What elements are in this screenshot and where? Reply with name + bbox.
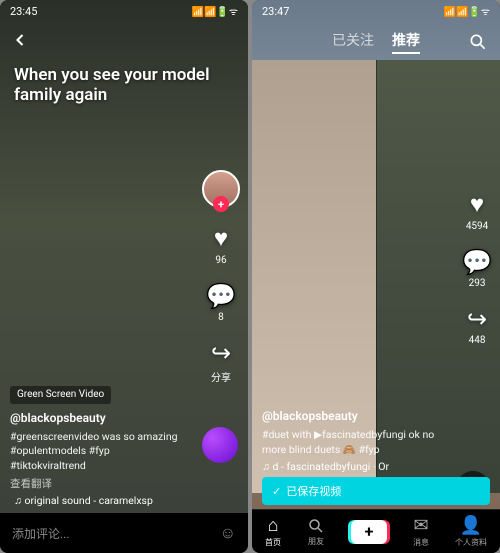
like-count: 4594 — [466, 221, 488, 232]
nav-create-button[interactable]: + — [351, 520, 387, 544]
nav-inbox[interactable]: ✉ 消息 — [413, 515, 429, 548]
video-overlay-text: When you see your model family again — [14, 65, 218, 105]
music-title: ♫ d - fascinatedbyfungi · Or — [262, 460, 389, 475]
heart-icon: ♥ — [214, 224, 228, 253]
comment-count: 293 — [469, 278, 486, 289]
status-icons: 📶📶🔋ᯤ — [444, 4, 490, 18]
emoji-icon[interactable]: ☺ — [220, 523, 236, 543]
comment-count: 8 — [218, 312, 224, 323]
heart-icon: ♥ — [470, 190, 484, 219]
check-icon: ✓ — [272, 485, 281, 498]
video-caption[interactable]: #duet with ▶fascinatedbyfungi ok no more… — [262, 428, 440, 457]
floating-action-button[interactable] — [202, 427, 238, 463]
status-bar: 23:47 📶📶🔋ᯤ — [252, 0, 500, 22]
author-username[interactable]: @blackopsbeauty — [262, 408, 440, 425]
translate-link[interactable]: 查看翻译 — [10, 477, 188, 492]
effect-badge[interactable]: Green Screen Video — [10, 386, 111, 404]
status-time: 23:45 — [10, 5, 37, 18]
like-button[interactable]: ♥ 96 — [214, 224, 228, 266]
share-count: 448 — [469, 335, 486, 346]
phone-screen-left: 23:45 📶📶🔋ᯤ When you see your model famil… — [0, 0, 248, 553]
nav-label: 消息 — [413, 537, 429, 548]
like-count: 96 — [215, 255, 226, 266]
inbox-icon: ✉ — [413, 515, 428, 536]
nav-discover[interactable]: 朋友 — [307, 517, 325, 547]
nav-label: 朋友 — [308, 536, 324, 547]
home-icon: ⌂ — [268, 515, 279, 536]
caption-area: Green Screen Video @blackopsbeauty #gree… — [10, 386, 188, 509]
follow-plus-icon[interactable]: + — [213, 196, 229, 212]
nav-label: 个人资料 — [455, 537, 487, 548]
status-time: 23:47 — [262, 5, 289, 18]
music-info[interactable]: ♫ d - fascinatedbyfungi · Or — [262, 460, 440, 475]
bottom-nav: ⌂ 首页 朋友 + ✉ 消息 👤 个人资料 — [252, 509, 500, 553]
person-icon: 👤 — [460, 515, 482, 536]
action-rail: + ♥ 96 💬 8 ↪ 分享 — [202, 170, 240, 384]
status-bar: 23:45 📶📶🔋ᯤ — [0, 0, 248, 22]
music-info[interactable]: ♫ original sound - caramelxsp — [10, 494, 188, 509]
tab-recommend[interactable]: 推荐 — [392, 30, 420, 54]
share-button[interactable]: ↪ 分享 — [211, 339, 231, 384]
comment-button[interactable]: 💬 8 — [206, 282, 236, 323]
top-tabs: 已关注 推荐 — [252, 30, 500, 54]
comment-input-bar[interactable]: 添加评论... ☺ — [0, 513, 248, 553]
share-button[interactable]: ↪ 448 — [467, 305, 487, 346]
tab-following[interactable]: 已关注 — [332, 30, 374, 54]
nav-home[interactable]: ⌂ 首页 — [265, 515, 281, 548]
video-caption[interactable]: #greenscreenvideo was so amazing #opulen… — [10, 430, 188, 474]
music-title: ♫ original sound - caramelxsp — [14, 494, 153, 509]
share-label: 分享 — [211, 369, 231, 384]
status-icons: 📶📶🔋ᯤ — [192, 4, 238, 18]
comment-icon: 💬 — [206, 282, 236, 310]
nav-me[interactable]: 👤 个人资料 — [455, 515, 487, 548]
share-icon: ↪ — [467, 305, 487, 333]
back-button[interactable] — [10, 30, 30, 50]
author-avatar[interactable]: + — [202, 170, 240, 208]
share-icon: ↪ — [211, 339, 231, 367]
comment-button[interactable]: 💬 293 — [462, 248, 492, 289]
comment-icon: 💬 — [462, 248, 492, 276]
caption-area: @blackopsbeauty #duet with ▶fascinatedby… — [262, 408, 440, 475]
phone-screen-right: 23:47 📶📶🔋ᯤ 已关注 推荐 ♥ 4594 💬 293 ↪ 448 @bl… — [252, 0, 500, 553]
action-rail: ♥ 4594 💬 293 ↪ 448 — [462, 190, 492, 346]
saved-text: 已保存视频 — [286, 483, 341, 499]
like-button[interactable]: ♥ 4594 — [466, 190, 488, 232]
search-button[interactable] — [468, 32, 488, 52]
author-username[interactable]: @blackopsbeauty — [10, 410, 188, 427]
discover-icon — [307, 517, 325, 535]
nav-label: 首页 — [265, 537, 281, 548]
saved-toast[interactable]: ✓ 已保存视频 — [262, 477, 490, 505]
comment-placeholder: 添加评论... — [12, 525, 70, 542]
